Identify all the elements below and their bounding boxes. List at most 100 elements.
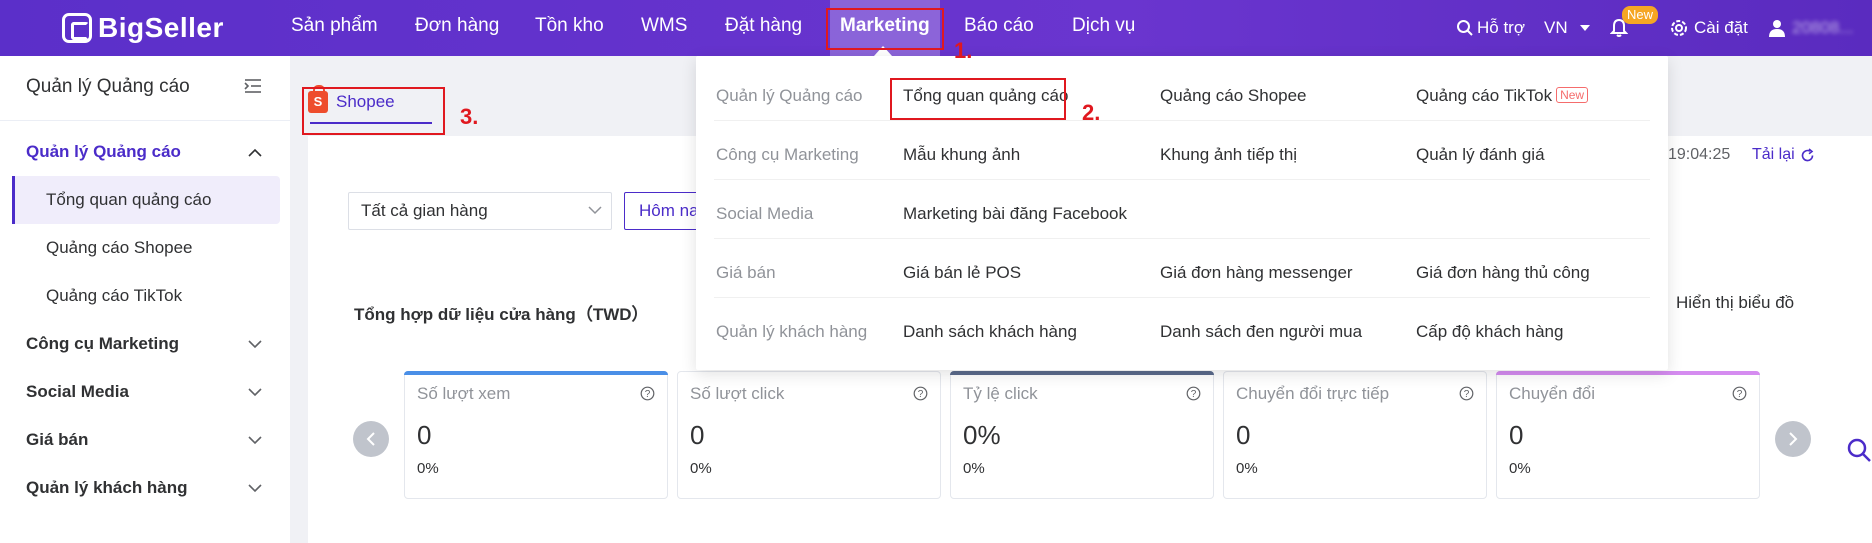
nav-wms[interactable]: WMS (641, 0, 687, 56)
metric-card-ctr: Tỷ lệ click ? 0% 0% (950, 371, 1214, 499)
region-selector[interactable]: VN (1544, 0, 1590, 56)
metric-value: 0 (1236, 420, 1251, 450)
chevron-down-icon (588, 206, 602, 215)
svg-text:?: ? (1191, 389, 1197, 400)
sidebar-group-customers[interactable]: Quản lý khách hàng (26, 478, 188, 498)
sidebar-item-ads-overview[interactable]: Tổng quan quảng cáo (46, 190, 211, 210)
sidebar-item-shopee-ads[interactable]: Quảng cáo Shopee (46, 238, 193, 258)
metric-label: Chuyển đổi (1509, 384, 1596, 403)
user-icon (1769, 20, 1785, 37)
store-select-value: Tất cả gian hàng (361, 201, 488, 220)
dropdown-link-messenger-price[interactable]: Giá đơn hàng messenger (1160, 263, 1353, 283)
store-select[interactable]: Tất cả gian hàng (348, 192, 612, 230)
brand-name: BigSeller (98, 12, 224, 43)
dropdown-link-customer-list[interactable]: Danh sách khách hàng (903, 322, 1077, 342)
dropdown-row-divider (714, 120, 1650, 121)
annotation-label-3: 3. (460, 104, 479, 129)
settings-label: Cài đặt (1694, 18, 1748, 37)
dropdown-category-pricing: Giá bán (716, 263, 776, 282)
new-badge: New (1622, 6, 1659, 24)
svg-text:?: ? (1464, 389, 1470, 400)
chevron-up-icon[interactable] (248, 148, 262, 157)
metric-percent: 0% (1509, 460, 1531, 477)
dropdown-row-divider (714, 238, 1650, 239)
floating-search-icon[interactable] (1846, 437, 1872, 463)
metric-accent-bar (404, 371, 668, 375)
chevron-down-icon[interactable] (248, 340, 262, 349)
user-menu[interactable]: 20808... (1768, 0, 1853, 56)
sidebar: Quản lý Quảng cáo Quản lý Quảng cáo Tổng… (0, 56, 290, 543)
dropdown-link-buyer-blacklist[interactable]: Danh sách đen người mua (1160, 322, 1362, 342)
annotation-box-ads-overview (890, 78, 1066, 120)
sidebar-group-pricing[interactable]: Giá bán (26, 430, 88, 450)
dropdown-category-customers: Quản lý khách hàng (716, 322, 868, 341)
help-icon[interactable]: ? (913, 386, 928, 401)
nav-san-pham[interactable]: Sản phẩm (291, 0, 378, 56)
dropdown-link-frame-templates[interactable]: Mẫu khung ảnh (903, 145, 1020, 165)
date-today-button[interactable]: Hôm nay (624, 192, 704, 230)
chevron-down-icon[interactable] (248, 388, 262, 397)
dropdown-link-pos-price[interactable]: Giá bán lẻ POS (903, 263, 1021, 283)
dropdown-link-facebook-posts[interactable]: Marketing bài đăng Facebook (903, 204, 1127, 224)
metric-label: Số lượt xem (417, 384, 511, 403)
reload-label: Tải lại (1752, 146, 1795, 163)
metric-value: 0 (417, 420, 432, 450)
metric-percent: 0% (690, 460, 712, 477)
nav-bao-cao[interactable]: Báo cáo (964, 0, 1034, 56)
search-icon (1457, 20, 1473, 36)
help-icon[interactable]: ? (1459, 386, 1474, 401)
dropdown-link-review-management[interactable]: Quản lý đánh giá (1416, 145, 1545, 165)
collapse-sidebar-icon[interactable] (244, 78, 262, 94)
annotation-box-marketing (826, 8, 944, 50)
reload-button[interactable]: Tải lại (1752, 146, 1815, 164)
metric-card-conversion: Chuyển đổi ? 0 0% (1496, 371, 1760, 499)
sidebar-group-social-media[interactable]: Social Media (26, 382, 129, 402)
nav-dich-vu[interactable]: Dịch vụ (1072, 0, 1135, 56)
svg-text:?: ? (645, 389, 651, 400)
dropdown-link-marketing-frames[interactable]: Khung ảnh tiếp thị (1160, 145, 1297, 165)
nav-ton-kho[interactable]: Tồn kho (535, 0, 604, 56)
chevron-down-icon[interactable] (248, 436, 262, 445)
settings-link[interactable]: Cài đặt (1670, 0, 1748, 56)
metric-accent-bar (1496, 371, 1760, 375)
dropdown-link-customer-levels[interactable]: Cấp độ khách hàng (1416, 322, 1563, 342)
sidebar-item-tiktok-ads[interactable]: Quảng cáo TikTok (46, 286, 182, 306)
dropdown-link-tiktok-ads[interactable]: Quảng cáo TikTok New (1416, 86, 1589, 106)
bigseller-logo-icon (62, 13, 92, 43)
dropdown-link-shopee-ads[interactable]: Quảng cáo Shopee (1160, 86, 1307, 106)
caret-down-icon (1579, 25, 1590, 31)
user-name: 20808... (1792, 18, 1854, 37)
help-icon[interactable]: ? (640, 386, 655, 401)
metric-card-clicks: Số lượt click ? 0 0% (677, 371, 941, 499)
annotation-box-shopee-tab (302, 87, 445, 135)
carousel-next-button[interactable] (1775, 421, 1811, 457)
nav-dat-hang[interactable]: Đặt hàng (725, 0, 802, 56)
metric-card-direct-conversion: Chuyển đổi trực tiếp ? 0 0% (1223, 371, 1487, 499)
updated-time: 19:04:25 (1668, 146, 1731, 163)
sidebar-group-ads-management[interactable]: Quản lý Quảng cáo (26, 142, 181, 162)
show-chart-toggle[interactable]: Hiển thị biểu đồ (1676, 293, 1794, 313)
bigseller-logo[interactable]: BigSeller (62, 12, 224, 44)
metric-label: Số lượt click (690, 384, 785, 403)
metric-accent-bar (950, 371, 1214, 375)
summary-title: Tổng hợp dữ liệu cửa hàng（TWD） (354, 305, 649, 324)
help-icon[interactable]: ? (1732, 386, 1747, 401)
chevron-left-icon (366, 432, 375, 446)
sidebar-title: Quản lý Quảng cáo (26, 76, 190, 97)
metric-percent: 0% (963, 460, 985, 477)
dropdown-link-manual-order-price[interactable]: Giá đơn hàng thủ công (1416, 263, 1590, 283)
dropdown-link-tiktok-ads-label: Quảng cáo TikTok (1416, 86, 1553, 105)
dropdown-category-social-media: Social Media (716, 204, 814, 223)
new-tag: New (1556, 87, 1589, 103)
help-icon[interactable]: ? (1186, 386, 1201, 401)
svg-text:?: ? (1737, 389, 1743, 400)
carousel-prev-button[interactable] (353, 421, 389, 457)
metric-card-views: Số lượt xem ? 0 0% (404, 371, 668, 499)
chevron-down-icon[interactable] (248, 484, 262, 493)
svg-text:?: ? (918, 389, 924, 400)
support-link[interactable]: Hỗ trợ (1456, 0, 1525, 56)
metric-label: Chuyển đổi trực tiếp (1236, 384, 1390, 403)
sidebar-group-marketing-tools[interactable]: Công cụ Marketing (26, 334, 179, 354)
marketing-dropdown-menu: Quản lý Quảng cáo Tổng quan quảng cáo Qu… (696, 56, 1668, 370)
nav-don-hang[interactable]: Đơn hàng (415, 0, 499, 56)
